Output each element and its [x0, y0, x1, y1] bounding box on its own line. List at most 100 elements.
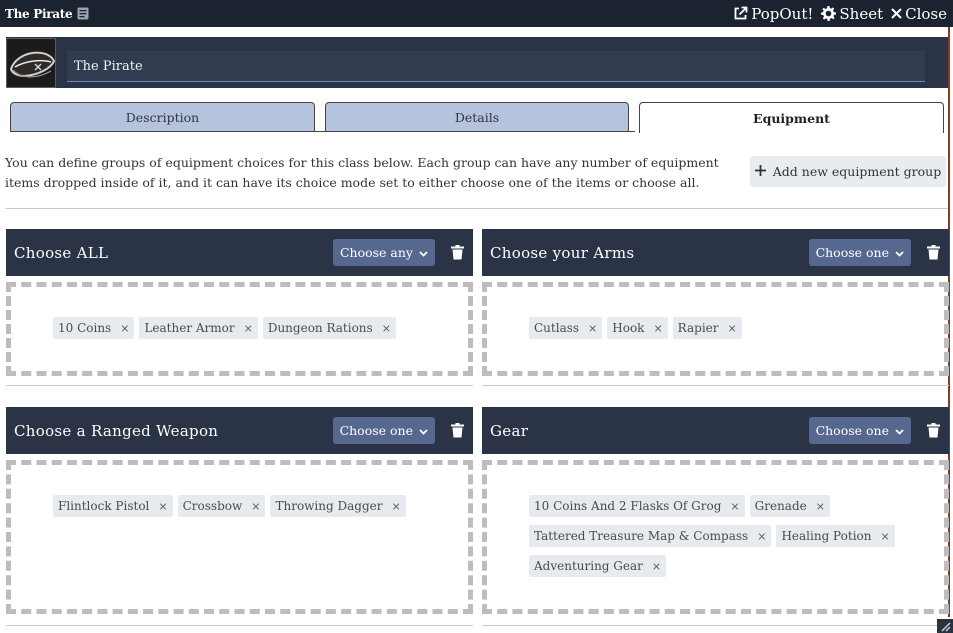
equipment-item[interactable]: Tattered Treasure Map & Compass ×	[529, 525, 772, 547]
equipment-item[interactable]: Flintlock Pistol ×	[53, 495, 173, 517]
equipment-group: Choose ALL Choose any 10 Coins × Leather …	[6, 229, 473, 376]
class-name-input[interactable]	[67, 51, 925, 82]
remove-icon[interactable]: ×	[251, 500, 260, 513]
tab-description-label: Description	[125, 110, 200, 125]
choice-mode-value: Choose any	[339, 245, 413, 260]
remove-icon[interactable]: ×	[391, 500, 400, 513]
plus-icon	[754, 164, 766, 179]
equipment-dropzone[interactable]: 10 Coins × Leather Armor × Dungeon Rations…	[6, 282, 473, 376]
sheet-header	[6, 37, 948, 88]
equipment-group: Gear Choose one 10 Coins And 2 Flasks Of…	[482, 407, 949, 614]
group-header: Choose ALL Choose any	[6, 229, 473, 276]
equipment-item[interactable]: Adventuring Gear ×	[529, 555, 667, 577]
equipment-item-label: Adventuring Gear	[534, 559, 643, 573]
equipment-item-label: 10 Coins And 2 Flasks Of Grog	[534, 499, 722, 513]
group-divider	[6, 385, 473, 386]
remove-icon[interactable]: ×	[653, 322, 662, 335]
group-header: Choose your Arms Choose one	[482, 229, 949, 276]
group-header: Choose a Ranged Weapon Choose one	[6, 407, 473, 454]
sheet-tabs: Description Details Equipment	[10, 102, 945, 133]
equipment-item[interactable]: Leather Armor ×	[139, 317, 258, 339]
equipment-item-label: 10 Coins	[58, 321, 112, 335]
equipment-item-label: Grenade	[754, 499, 807, 513]
equipment-dropzone[interactable]: Flintlock Pistol × Crossbow × Throwing Dag…	[6, 460, 473, 614]
group-title: Choose a Ranged Weapon	[14, 421, 219, 440]
chevron-down-icon	[895, 245, 904, 260]
choice-mode-select[interactable]: Choose one	[808, 417, 911, 444]
remove-icon[interactable]: ×	[382, 322, 391, 335]
class-portrait[interactable]	[6, 37, 56, 88]
equipment-group: Choose a Ranged Weapon Choose one Flintl…	[6, 407, 473, 614]
equipment-item-label: Throwing Dagger	[275, 499, 383, 513]
equipment-item-label: Healing Potion	[781, 529, 872, 543]
choice-mode-select[interactable]: Choose one	[808, 239, 911, 266]
external-link-icon	[733, 6, 748, 21]
id-card-icon[interactable]	[77, 7, 89, 20]
close-button[interactable]: Close	[891, 5, 947, 23]
equipment-item[interactable]: Dungeon Rations ×	[262, 317, 396, 339]
equipment-item[interactable]: Rapier ×	[672, 317, 742, 339]
add-equipment-group-button[interactable]: Add new equipment group	[750, 156, 946, 187]
remove-icon[interactable]: ×	[816, 500, 825, 513]
tabs-divider	[10, 131, 635, 132]
remove-icon[interactable]: ×	[880, 530, 889, 543]
remove-icon[interactable]: ×	[730, 500, 739, 513]
choice-mode-select[interactable]: Choose one	[332, 417, 435, 444]
close-label: Close	[905, 4, 947, 23]
group-divider	[6, 625, 473, 626]
equipment-item[interactable]: Crossbow ×	[177, 495, 266, 517]
window-titlebar: The Pirate PopOut! Sheet Close	[0, 0, 953, 27]
chevron-down-icon	[895, 423, 904, 438]
remove-icon[interactable]: ×	[757, 530, 766, 543]
tab-details[interactable]: Details	[325, 102, 629, 132]
tab-equipment[interactable]: Equipment	[639, 102, 944, 133]
equipment-item-label: Leather Armor	[144, 321, 235, 335]
equipment-item[interactable]: Healing Potion ×	[776, 525, 895, 547]
tab-description[interactable]: Description	[10, 102, 315, 132]
section-divider	[6, 208, 948, 209]
equipment-item[interactable]: Cutlass ×	[529, 317, 603, 339]
trash-icon[interactable]	[451, 422, 465, 439]
trash-icon[interactable]	[451, 244, 465, 261]
choice-mode-value: Choose one	[339, 423, 413, 438]
equipment-item-label: Hook	[612, 321, 645, 335]
equipment-item-label: Dungeon Rations	[267, 321, 373, 335]
equipment-item[interactable]: Grenade ×	[749, 495, 830, 517]
tab-equipment-label: Equipment	[753, 110, 830, 126]
equipment-item[interactable]: Throwing Dagger ×	[270, 495, 406, 517]
equipment-item[interactable]: 10 Coins And 2 Flasks Of Grog ×	[529, 495, 745, 517]
equipment-item-label: Flintlock Pistol	[58, 499, 150, 513]
chevron-down-icon	[419, 423, 428, 438]
remove-icon[interactable]: ×	[120, 322, 129, 335]
equipment-item[interactable]: 10 Coins ×	[53, 317, 135, 339]
choice-mode-value: Choose one	[815, 423, 889, 438]
remove-icon[interactable]: ×	[158, 500, 167, 513]
tab-details-label: Details	[454, 110, 500, 125]
equipment-item-label: Crossbow	[182, 499, 243, 513]
group-title: Choose your Arms	[490, 243, 635, 262]
equipment-item-label: Tattered Treasure Map & Compass	[534, 529, 749, 543]
popout-label: PopOut!	[751, 4, 814, 23]
close-icon	[891, 8, 902, 19]
choice-mode-select[interactable]: Choose any	[332, 239, 435, 266]
equipment-intro-text: You can define groups of equipment choic…	[5, 155, 719, 190]
group-header: Gear Choose one	[482, 407, 949, 454]
remove-icon[interactable]: ×	[244, 322, 253, 335]
sheet-button[interactable]: Sheet	[821, 5, 883, 23]
choice-mode-value: Choose one	[815, 245, 889, 260]
remove-icon[interactable]: ×	[588, 322, 597, 335]
equipment-item-label: Cutlass	[534, 321, 580, 335]
equipment-dropzone[interactable]: Cutlass × Hook × Rapier ×	[482, 282, 949, 376]
trash-icon[interactable]	[927, 422, 941, 439]
popout-button[interactable]: PopOut!	[733, 5, 813, 23]
remove-icon[interactable]: ×	[728, 322, 737, 335]
trash-icon[interactable]	[927, 244, 941, 261]
equipment-dropzone[interactable]: 10 Coins And 2 Flasks Of Grog × Grenade × …	[482, 460, 949, 614]
equipment-group: Choose your Arms Choose one Cutlass × Hoo…	[482, 229, 949, 376]
add-equipment-group-label: Add new equipment group	[772, 164, 942, 179]
resize-handle[interactable]	[937, 619, 953, 633]
equipment-item[interactable]: Hook ×	[607, 317, 668, 339]
remove-icon[interactable]: ×	[652, 560, 661, 573]
group-title: Gear	[490, 421, 529, 440]
chevron-down-icon	[419, 245, 428, 260]
